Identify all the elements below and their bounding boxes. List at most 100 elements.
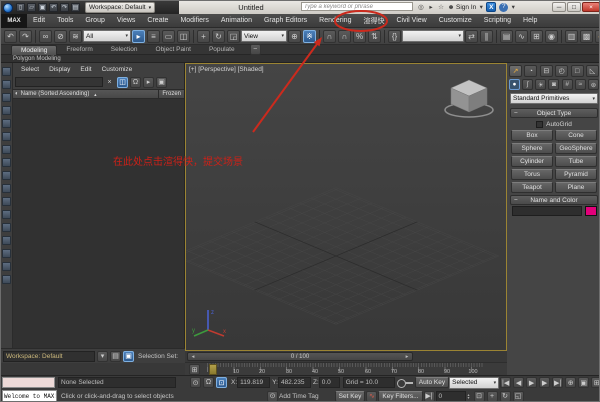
z-coordinate-field[interactable]: 0.0 — [319, 377, 340, 388]
minimize-button[interactable]: ─ — [552, 2, 566, 12]
frame-spinner[interactable]: ▴▾ — [468, 393, 470, 399]
save-file-icon[interactable]: ▣ — [38, 3, 47, 12]
tab-modify[interactable]: ◔ — [524, 65, 537, 77]
range-left-arrow-icon[interactable]: ◂ — [188, 354, 198, 360]
viewport-label[interactable]: [+] [Perspective] [Shaded] — [189, 66, 264, 73]
explorer-menu-edit[interactable]: Edit — [75, 66, 96, 73]
workspace-dropdown[interactable]: Workspace: Default ▾ — [85, 2, 155, 13]
material-editor-icon[interactable]: ◉ — [545, 30, 558, 43]
set-key-button[interactable]: Set Key — [335, 391, 366, 402]
frozen-column-header[interactable]: Frozen — [158, 89, 184, 99]
menu-animation[interactable]: Animation — [215, 14, 258, 28]
menu-scripting[interactable]: Scripting — [478, 14, 517, 28]
zoom-extents-icon[interactable]: ▣ — [578, 377, 589, 388]
menu-graph-editors[interactable]: Graph Editors — [258, 14, 313, 28]
explorer-menu-display[interactable]: Display — [44, 66, 75, 73]
explorer-menu-select[interactable]: Select — [16, 66, 44, 73]
new-file-icon[interactable]: ▯ — [16, 3, 25, 12]
open-file-icon[interactable]: ▱ — [27, 3, 36, 12]
dock-toolbar-icon[interactable] — [2, 262, 11, 271]
orbit-icon[interactable]: ↻ — [500, 391, 511, 402]
dock-toolbar-icon[interactable] — [2, 249, 11, 258]
primitive-category-dropdown[interactable]: Standard Primitives ▾ — [510, 93, 598, 104]
schematic-view-icon[interactable]: ⊞ — [530, 30, 543, 43]
menu-edit[interactable]: Edit — [27, 14, 51, 28]
pick-parent-icon[interactable]: ▸ — [143, 77, 154, 88]
ribbon-tab-modeling[interactable]: Modeling — [11, 45, 57, 55]
ribbon-tab-object-paint[interactable]: Object Paint — [147, 45, 200, 55]
snaps-toggle-icon[interactable]: ∩ — [323, 30, 336, 43]
help-icon[interactable]: ? — [499, 3, 508, 12]
layer-manager-icon[interactable]: ▤ — [500, 30, 513, 43]
favorites-star-icon[interactable]: ☆ — [436, 2, 446, 12]
menu-tools[interactable]: Tools — [51, 14, 79, 28]
edit-named-sets-icon[interactable]: {} — [388, 30, 401, 43]
percent-snap-icon[interactable]: % — [353, 30, 366, 43]
named-selection-sets-dropdown[interactable]: ▾ — [402, 30, 464, 42]
menu-civil-view[interactable]: Civil View — [390, 14, 432, 28]
menu-help[interactable]: Help — [517, 14, 543, 28]
selection-lock-toggle-icon[interactable]: Ω — [203, 377, 214, 388]
pan-view-icon[interactable]: + — [487, 391, 498, 402]
menu-rendering[interactable]: Rendering — [313, 14, 357, 28]
select-and-move-icon[interactable]: + — [197, 30, 210, 43]
explorer-search-input[interactable] — [15, 77, 103, 87]
isolate-selection-icon[interactable]: ▤ — [110, 351, 121, 362]
category-spacewarps-icon[interactable]: ≈ — [575, 79, 586, 90]
key-filters-button[interactable]: Key Filters... — [378, 391, 422, 402]
x-coordinate-field[interactable]: 119.819 — [237, 377, 270, 388]
rendered-frame-window-icon[interactable]: ▩ — [580, 30, 593, 43]
dock-toolbar-icon[interactable] — [2, 223, 11, 232]
explorer-menu-customize[interactable]: Customize — [97, 66, 138, 73]
viewcube[interactable] — [440, 70, 498, 122]
sphere-button[interactable]: Sphere — [511, 143, 553, 154]
dock-toolbar-icon[interactable] — [2, 210, 11, 219]
cylinder-button[interactable]: Cylinder — [511, 156, 553, 167]
open-mini-curve-editor-icon[interactable]: ⊞ — [189, 364, 200, 375]
time-tag-clock-icon[interactable]: ⊙ — [267, 391, 278, 402]
dock-toolbar-icon[interactable] — [2, 106, 11, 115]
next-frame-icon[interactable]: ▶ — [539, 377, 550, 388]
exchange-icon[interactable]: X — [486, 2, 496, 12]
select-object-icon[interactable]: ▸ — [132, 30, 145, 43]
auto-key-button[interactable]: Auto Key — [415, 377, 449, 388]
object-color-swatch[interactable] — [585, 206, 597, 216]
align-icon[interactable]: ∥ — [480, 30, 493, 43]
lock-explorer-icon[interactable]: Ω — [130, 77, 141, 88]
angle-snap-icon[interactable]: ∩ — [338, 30, 351, 43]
ribbon-panel-title[interactable]: Polygon Modeling — [1, 55, 600, 63]
cone-button[interactable]: Cone — [555, 130, 597, 141]
dock-toolbar-icon[interactable] — [2, 67, 11, 76]
tab-motion[interactable]: ◴ — [555, 65, 568, 77]
geosphere-button[interactable]: GeoSphere — [555, 143, 597, 154]
select-and-scale-icon[interactable]: ◲ — [227, 30, 240, 43]
new-key-curve-icon[interactable]: ∿ — [366, 391, 377, 402]
maximize-viewport-toggle-icon[interactable]: ◱ — [513, 391, 524, 402]
dock-toolbar-icon[interactable] — [2, 236, 11, 245]
ribbon-tab-populate[interactable]: Populate — [200, 45, 244, 55]
menu-xuandekuai[interactable]: 渲得快 — [357, 14, 390, 28]
maxscript-mini-listener[interactable]: Welcome to MAX! — [2, 390, 57, 402]
menu-group[interactable]: Group — [79, 14, 110, 28]
previous-frame-icon[interactable]: ◀ — [513, 377, 524, 388]
application-menu-button[interactable]: MAX — [1, 14, 27, 28]
name-column-header[interactable]: Name (Sorted Ascending) — [21, 91, 90, 97]
dock-toolbar-icon[interactable] — [2, 184, 11, 193]
selection-lock-icon[interactable]: ▣ — [123, 351, 134, 362]
zoom-all-icon[interactable]: ⊞ — [591, 377, 600, 388]
set-keys-key-icon[interactable] — [397, 378, 413, 387]
tab-display[interactable]: □ — [571, 65, 584, 77]
redo-icon[interactable]: ↷ — [60, 3, 69, 12]
select-and-link-icon[interactable]: ∞ — [39, 30, 52, 43]
box-button[interactable]: Box — [511, 130, 553, 141]
category-lights-icon[interactable]: ☀ — [535, 79, 546, 90]
workspace-chevron-icon[interactable]: ▾ — [97, 351, 108, 362]
autogrid-checkbox[interactable] — [536, 121, 543, 128]
search-icon[interactable]: ◎ — [416, 2, 426, 12]
torus-button[interactable]: Torus — [511, 169, 553, 180]
isolate-selection-lamp-icon[interactable]: ⊙ — [190, 377, 201, 388]
ribbon-tab-freeform[interactable]: Freeform — [57, 45, 101, 55]
object-name-field[interactable] — [512, 206, 582, 216]
tab-create[interactable]: ↗ — [509, 65, 522, 77]
name-color-rollout[interactable]: − Name and Color — [510, 195, 598, 205]
